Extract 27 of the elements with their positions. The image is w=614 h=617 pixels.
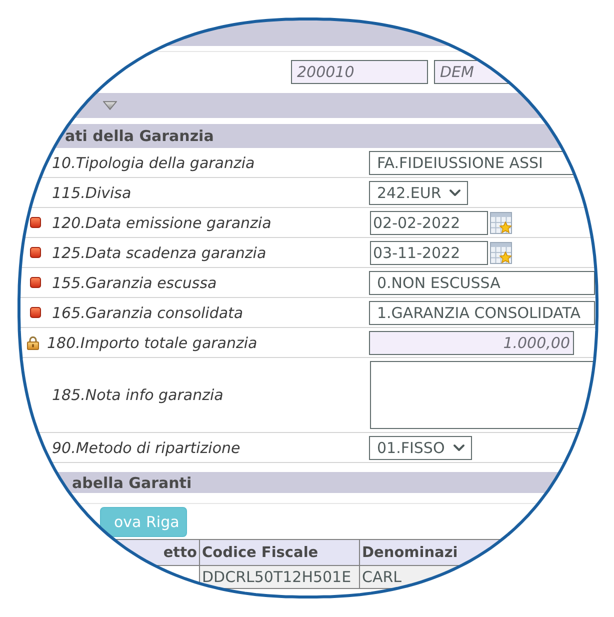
field-label: 165.Garanzia consolidata	[52, 304, 244, 322]
text-field[interactable]: 200010	[291, 60, 428, 84]
chevron-down-icon	[449, 188, 462, 196]
date-field[interactable]: 02-02-2022	[370, 210, 488, 234]
calendar-icon[interactable]	[490, 242, 512, 264]
date-field[interactable]: 03-11-2022	[370, 240, 488, 264]
textarea-field[interactable]	[370, 361, 596, 429]
section-title: ati della Garanzia	[65, 127, 214, 145]
field-label: 180.Importo totale garanzia	[47, 334, 258, 352]
field-label: 120.Data emissione garanzia	[52, 214, 272, 232]
amount-field: 1.000,00	[369, 330, 574, 354]
chevron-down-icon	[452, 444, 465, 452]
table-cell: DDCRL50T12H501E	[200, 566, 360, 588]
section-title: abella Garanti	[72, 474, 192, 492]
column-header: Codice Fiscale	[200, 540, 360, 566]
select-field[interactable]: 242.EUR	[369, 180, 468, 204]
select-field[interactable]: 01.FISSO	[369, 436, 472, 460]
field-label: 185.Nota info garanzia	[52, 386, 224, 404]
text-field[interactable]: 1.GARANZIA CONSOLIDATA	[369, 300, 595, 324]
field-label: 90.Metodo di ripartizione	[52, 438, 242, 456]
field-label: 115.Divisa	[52, 184, 132, 202]
calendar-icon[interactable]	[490, 212, 512, 234]
text-field[interactable]: 0.NON ESCUSSA	[369, 270, 595, 294]
field-label: 155.Garanzia escussa	[52, 274, 218, 292]
field-label: 125.Data scadenza garanzia	[52, 244, 268, 262]
field-label: 10.Tipologia della garanzia	[52, 154, 256, 172]
caret-down-icon[interactable]	[103, 101, 117, 110]
